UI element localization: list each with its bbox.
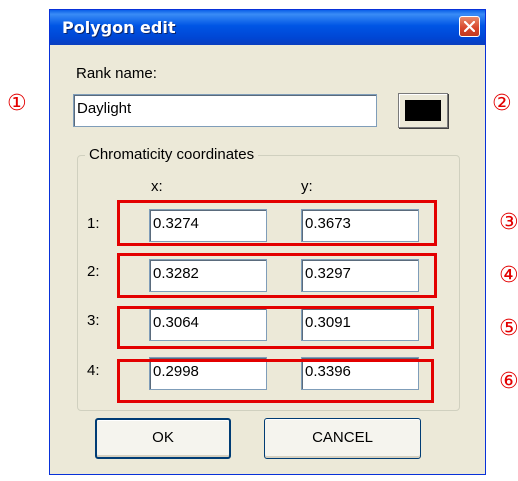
callout-4: ④ [499, 263, 518, 288]
callout-3: ③ [499, 210, 518, 235]
ok-button[interactable]: OK [95, 418, 231, 459]
highlight-row-1 [117, 200, 437, 246]
highlight-row-4 [117, 359, 434, 403]
y-column-header: y: [301, 178, 313, 195]
chromaticity-title: Chromaticity coordinates [85, 146, 259, 163]
color-swatch [405, 100, 441, 121]
row-3-label: 3: [87, 312, 100, 329]
highlight-row-3 [117, 306, 434, 349]
highlight-row-2 [117, 253, 437, 298]
callout-6: ⑥ [499, 369, 518, 394]
color-picker-button[interactable] [398, 93, 448, 128]
callout-1: ① [7, 91, 27, 116]
row-4-label: 4: [87, 362, 100, 379]
rank-name-input[interactable]: Daylight [73, 94, 377, 127]
rank-name-label: Rank name: [76, 65, 157, 82]
close-icon [464, 21, 475, 32]
cancel-button[interactable]: CANCEL [264, 418, 421, 459]
window-title: Polygon edit [62, 18, 176, 37]
row-2-label: 2: [87, 263, 100, 280]
row-1-label: 1: [87, 215, 100, 232]
callout-2: ② [492, 91, 512, 116]
title-bar: Polygon edit [50, 10, 485, 45]
x-column-header: x: [151, 178, 163, 195]
callout-5: ⑤ [499, 316, 518, 341]
close-button[interactable] [459, 16, 480, 37]
